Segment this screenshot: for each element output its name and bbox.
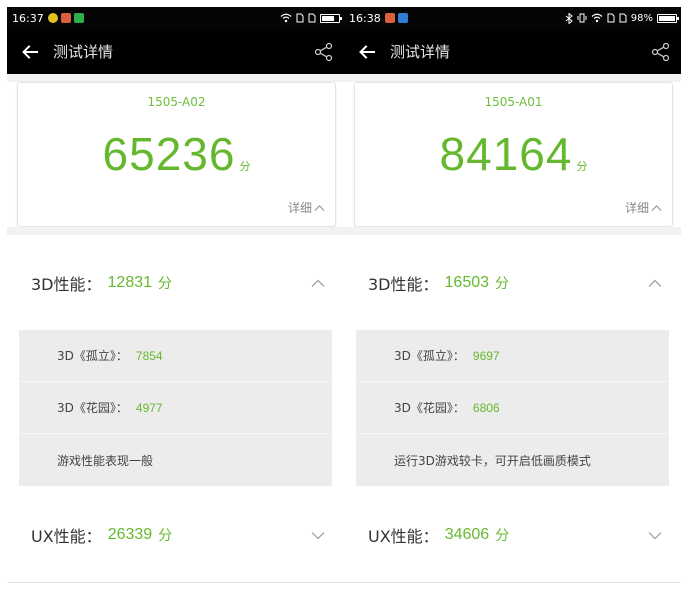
chevron-down-icon bbox=[311, 531, 325, 539]
wifi-icon bbox=[591, 13, 603, 23]
back-arrow-icon bbox=[22, 44, 38, 59]
back-button[interactable] bbox=[7, 29, 53, 74]
subtest-value: 7854 bbox=[135, 348, 163, 363]
status-time: 16:38 bbox=[349, 11, 381, 25]
share-button[interactable] bbox=[641, 29, 681, 74]
page-title: 测试详情 bbox=[53, 43, 114, 61]
notification-wechat-icon bbox=[73, 13, 84, 23]
sim2-icon bbox=[619, 13, 627, 23]
detail-toggle[interactable]: 详细 bbox=[625, 199, 662, 216]
ux-section-header[interactable]: UX性能： 34606 分 bbox=[344, 500, 681, 570]
vibrate-icon bbox=[577, 13, 587, 23]
total-score: 84164 bbox=[439, 128, 573, 180]
performance-comment: 运行3D游戏较卡，可开启低画质模式 bbox=[356, 434, 669, 486]
detail-toggle[interactable]: 详细 bbox=[288, 199, 325, 216]
subtest-value: 4977 bbox=[135, 400, 163, 415]
notification-gallery-icon bbox=[60, 13, 71, 23]
share-icon bbox=[651, 42, 670, 61]
collapse-toggle[interactable] bbox=[310, 275, 326, 291]
notification-app-icon bbox=[397, 13, 408, 23]
score-unit: 分 bbox=[239, 160, 251, 173]
gpu-label: 3D性能： bbox=[368, 275, 439, 294]
phone-screen-left: 16:37 测试详情 1505-A02 65236 分 详细 3D性能： 128… bbox=[7, 0, 344, 593]
device-model: 1505-A01 bbox=[484, 95, 543, 109]
comment-text: 游戏性能表现一般 bbox=[57, 453, 154, 468]
gpu-score: 12831 bbox=[107, 274, 153, 291]
notification-gallery-icon bbox=[384, 13, 395, 23]
share-icon bbox=[314, 42, 333, 61]
subtest-row: 3D《孤立》： 7854 bbox=[19, 330, 332, 382]
chevron-up-icon bbox=[648, 279, 662, 287]
divider bbox=[344, 227, 681, 235]
ux-label: UX性能： bbox=[31, 527, 102, 546]
total-score: 65236 bbox=[102, 128, 236, 180]
gpu-unit: 分 bbox=[495, 276, 510, 292]
sim2-icon bbox=[308, 13, 316, 23]
subtest-label: 3D《孤立》： bbox=[394, 349, 465, 363]
status-bar: 16:38 98% bbox=[344, 7, 681, 29]
sim1-icon bbox=[296, 13, 304, 23]
divider bbox=[7, 227, 344, 235]
app-bar: 测试详情 bbox=[344, 29, 681, 74]
subtest-value: 6806 bbox=[472, 400, 500, 415]
chevron-up-icon bbox=[311, 279, 325, 287]
score-card: 1505-A01 84164 分 详细 bbox=[354, 82, 673, 227]
gpu-score: 16503 bbox=[444, 274, 490, 291]
page-title: 测试详情 bbox=[390, 43, 451, 61]
score-card: 1505-A02 65236 分 详细 bbox=[17, 82, 336, 227]
back-arrow-icon bbox=[359, 44, 375, 59]
sim1-icon bbox=[607, 13, 615, 23]
gpu-section-header[interactable]: 3D性能： 16503 分 bbox=[344, 248, 681, 318]
gpu-label: 3D性能： bbox=[31, 275, 102, 294]
comment-text: 运行3D游戏较卡，可开启低画质模式 bbox=[394, 453, 591, 468]
battery-icon bbox=[320, 13, 342, 23]
divider bbox=[344, 582, 681, 583]
ux-score: 26339 bbox=[107, 526, 153, 543]
battery-icon bbox=[657, 13, 679, 23]
divider bbox=[7, 74, 344, 82]
collapse-toggle[interactable] bbox=[647, 275, 663, 291]
ux-section-header[interactable]: UX性能： 26339 分 bbox=[7, 500, 344, 570]
subtest-label: 3D《花园》： bbox=[57, 401, 128, 415]
battery-percent: 98% bbox=[630, 12, 653, 24]
expand-toggle[interactable] bbox=[647, 527, 663, 543]
detail-label: 详细 bbox=[287, 201, 312, 215]
subtest-row: 3D《花园》： 6806 bbox=[356, 382, 669, 434]
ux-unit: 分 bbox=[495, 528, 510, 544]
share-button[interactable] bbox=[304, 29, 344, 74]
gpu-unit: 分 bbox=[158, 276, 173, 292]
subtest-row: 3D《孤立》： 9697 bbox=[356, 330, 669, 382]
gpu-subtests: 3D《孤立》： 9697 3D《花园》： 6806 运行3D游戏较卡，可开启低画… bbox=[356, 330, 669, 486]
detail-label: 详细 bbox=[624, 201, 649, 215]
subtest-value: 9697 bbox=[472, 348, 500, 363]
subtest-label: 3D《孤立》： bbox=[57, 349, 128, 363]
app-bar: 测试详情 bbox=[7, 29, 344, 74]
bluetooth-icon bbox=[565, 12, 573, 24]
subtest-label: 3D《花园》： bbox=[394, 401, 465, 415]
chevron-up-icon bbox=[314, 204, 325, 211]
gpu-section-header[interactable]: 3D性能： 12831 分 bbox=[7, 248, 344, 318]
ux-score: 34606 bbox=[444, 526, 490, 543]
ux-unit: 分 bbox=[158, 528, 173, 544]
score-unit: 分 bbox=[576, 160, 588, 173]
performance-comment: 游戏性能表现一般 bbox=[19, 434, 332, 486]
ux-label: UX性能： bbox=[368, 527, 439, 546]
device-model: 1505-A02 bbox=[147, 95, 206, 109]
back-button[interactable] bbox=[344, 29, 390, 74]
divider bbox=[344, 74, 681, 82]
notification-app-icon bbox=[47, 13, 58, 23]
status-bar: 16:37 bbox=[7, 7, 344, 29]
chevron-up-icon bbox=[651, 204, 662, 211]
wifi-icon bbox=[280, 13, 292, 23]
phone-screen-right: 16:38 98% 测试详情 1505-A01 84164 分 详细 3D性能：… bbox=[344, 0, 681, 593]
status-time: 16:37 bbox=[12, 11, 44, 25]
gpu-subtests: 3D《孤立》： 7854 3D《花园》： 4977 游戏性能表现一般 bbox=[19, 330, 332, 486]
chevron-down-icon bbox=[648, 531, 662, 539]
expand-toggle[interactable] bbox=[310, 527, 326, 543]
subtest-row: 3D《花园》： 4977 bbox=[19, 382, 332, 434]
divider bbox=[7, 582, 344, 583]
